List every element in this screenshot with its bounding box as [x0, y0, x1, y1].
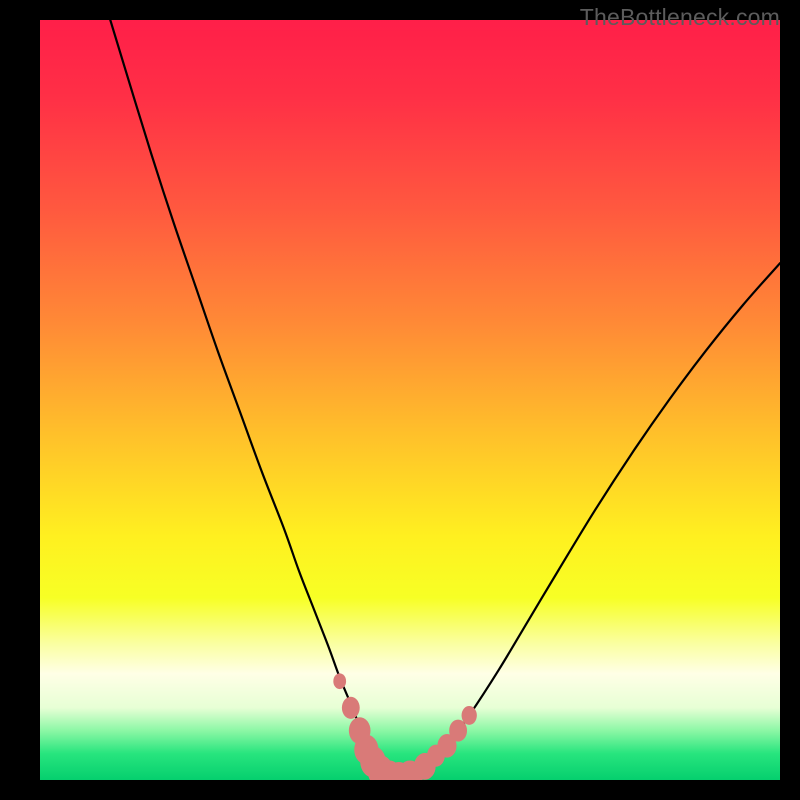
curve-marker	[449, 720, 467, 742]
curve-marker	[462, 706, 477, 725]
watermark-text: TheBottleneck.com	[580, 4, 780, 31]
chart-frame: TheBottleneck.com	[0, 0, 800, 800]
curve-marker	[342, 697, 360, 719]
plot-area	[40, 20, 780, 780]
curve-marker	[333, 673, 346, 689]
curve-layer	[40, 20, 780, 780]
curve-markers	[333, 673, 477, 780]
bottleneck-curve	[110, 20, 780, 778]
